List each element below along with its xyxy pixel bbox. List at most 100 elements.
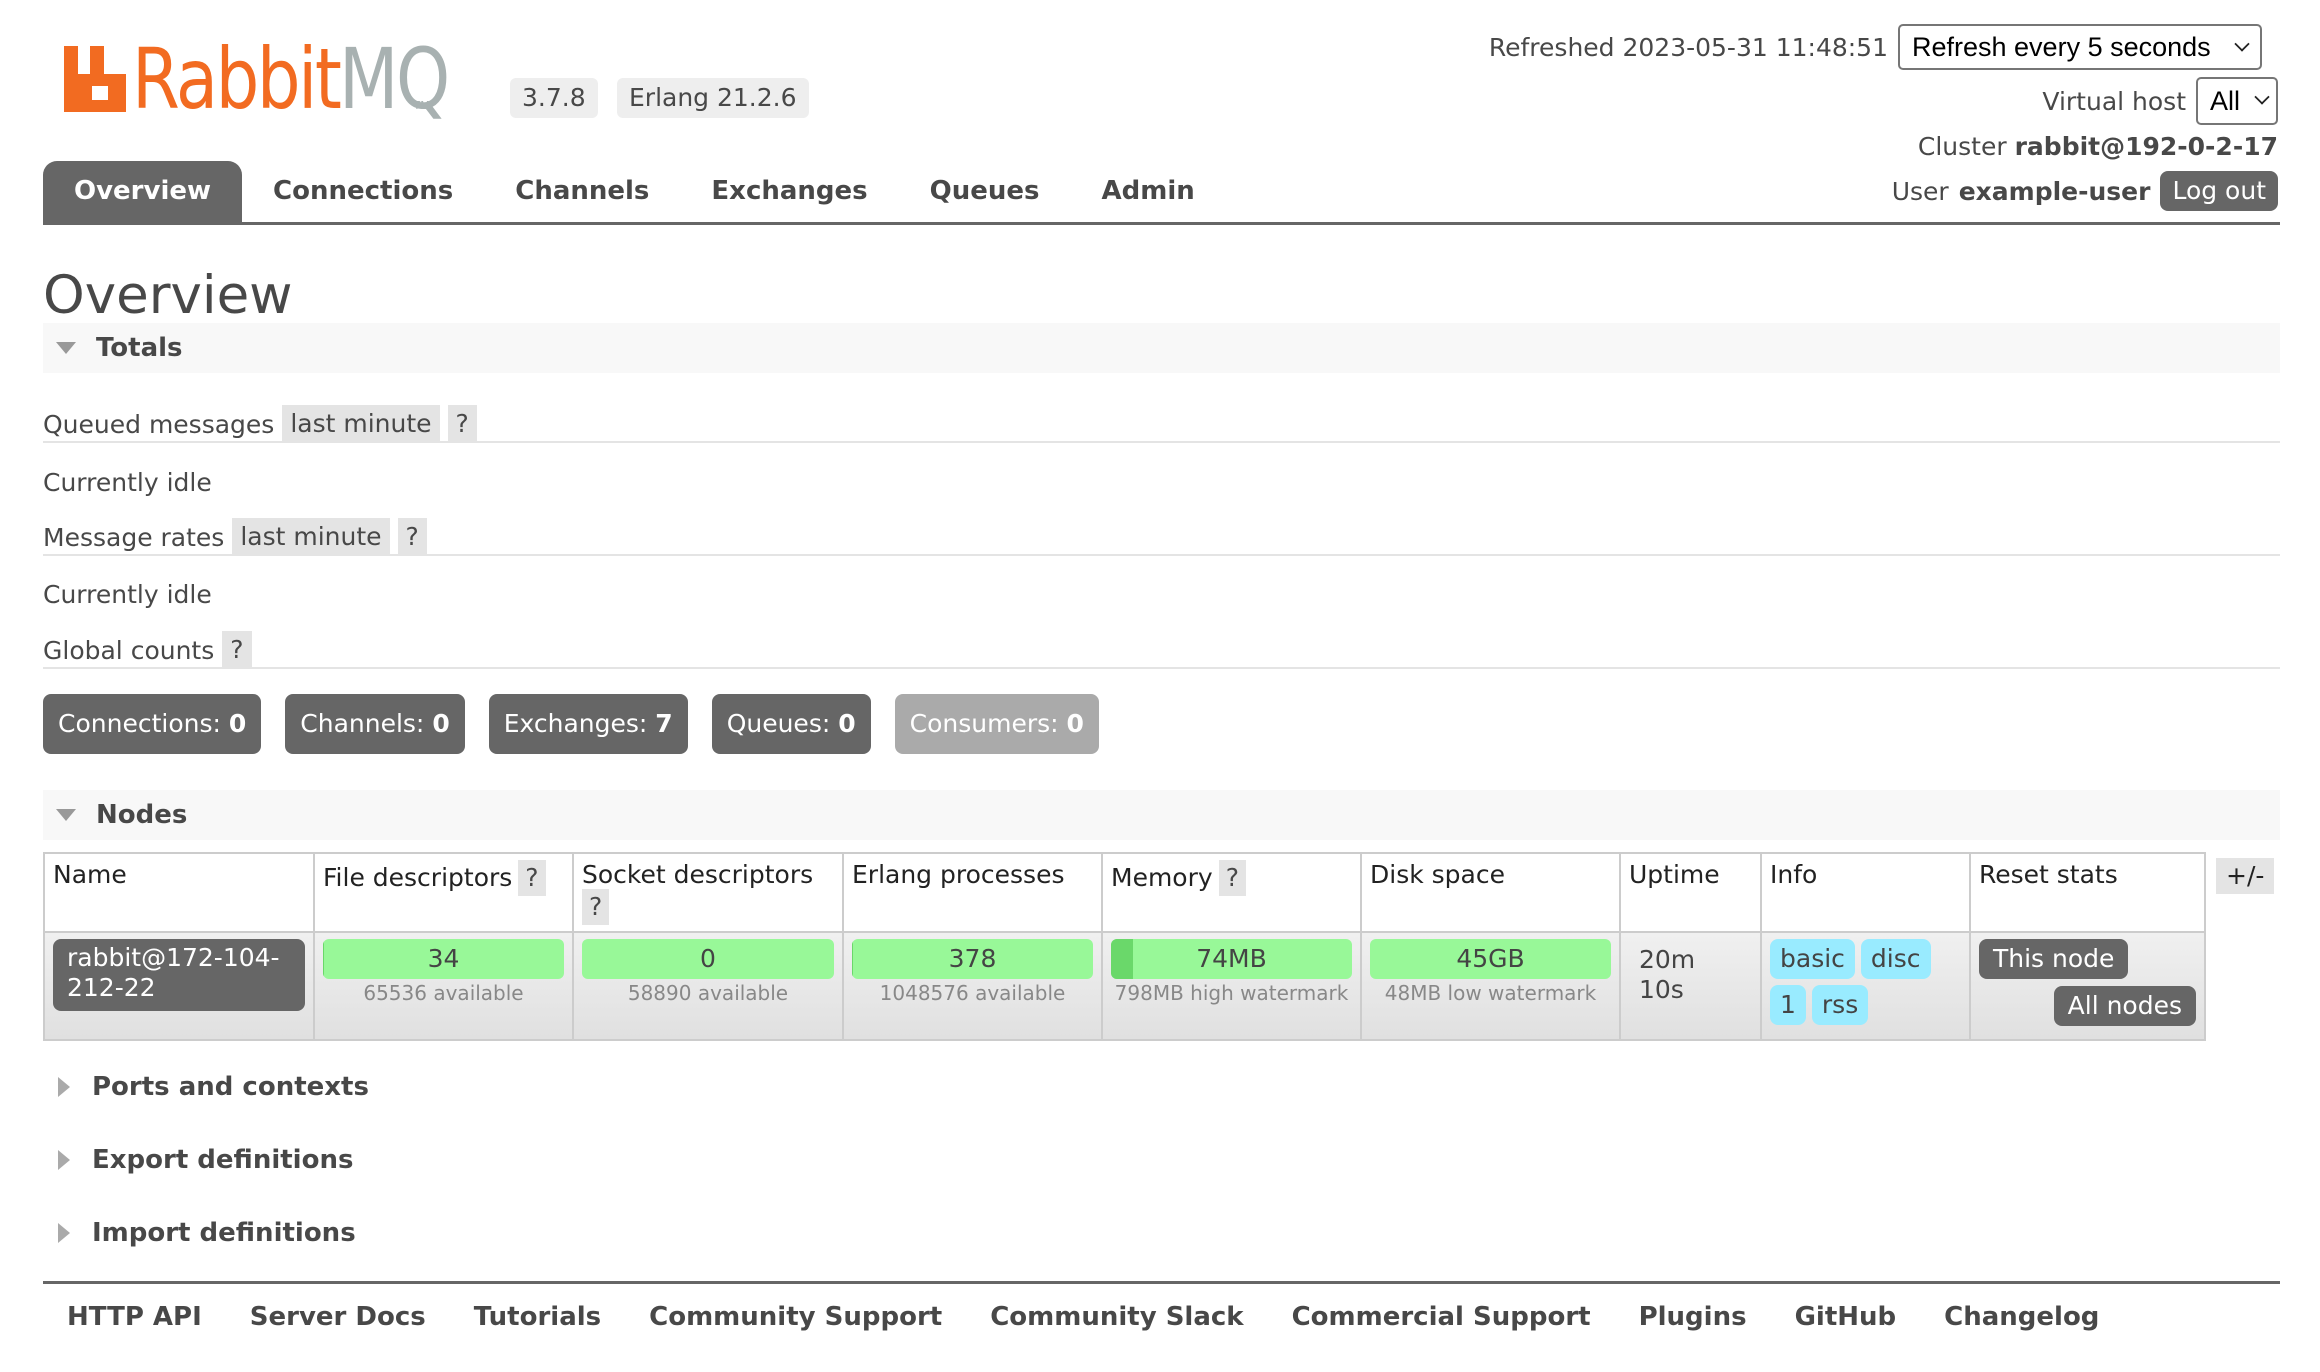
col-label: Memory: [1111, 863, 1213, 892]
message-rates-row: Message rates last minute ?: [43, 518, 427, 556]
rates-status: Currently idle: [43, 580, 212, 609]
cell-socket-descriptors: 0 58890 available: [572, 931, 844, 1041]
socket-descriptors-meter: 0: [582, 939, 834, 979]
virtual-host-label: Virtual host: [2042, 86, 2186, 116]
tab-queues[interactable]: Queues: [899, 161, 1071, 222]
queued-messages-label: Queued messages: [43, 409, 275, 439]
nodes-section-header[interactable]: Nodes: [43, 790, 2280, 840]
consumers-count-badge: Consumers: 0: [894, 694, 1099, 754]
col-disk-space: Disk space: [1360, 852, 1621, 933]
ports-contexts-section-header[interactable]: Ports and contexts: [58, 1072, 369, 1102]
nodes-table: Name File descriptors? Socket descriptor…: [43, 852, 2206, 1041]
version-badge: 3.7.8: [510, 78, 598, 118]
footer-link-changelog[interactable]: Changelog: [1944, 1302, 2099, 1332]
col-info: Info: [1760, 852, 1971, 933]
section-title: Import definitions: [92, 1218, 356, 1248]
reset-this-node-button[interactable]: This node: [1979, 939, 2129, 979]
rates-help-button[interactable]: ?: [397, 518, 427, 556]
count-label: Queues:: [726, 709, 831, 738]
refresh-interval-value: Refresh every 5 seconds: [1912, 31, 2211, 62]
cell-disk-space: 45GB 48MB low watermark: [1360, 931, 1621, 1041]
col-name: Name: [43, 852, 315, 933]
info-chip-disc: disc: [1860, 939, 1931, 979]
refresh-interval-select[interactable]: Refresh every 5 seconds: [1898, 24, 2262, 70]
col-label: Disk space: [1370, 860, 1505, 889]
meter-value: 45GB: [1456, 944, 1525, 973]
collapse-triangle-icon: [56, 809, 76, 821]
table-header-row: Name File descriptors? Socket descriptor…: [43, 852, 2206, 933]
file-descriptors-meter: 34: [323, 939, 564, 979]
connections-count-button[interactable]: Connections: 0: [43, 694, 262, 754]
count-value: 0: [838, 709, 856, 738]
cell-info: basic disc 1 rss: [1760, 931, 1971, 1041]
count-value: 0: [228, 709, 247, 738]
footer-link-community-support[interactable]: Community Support: [649, 1302, 942, 1332]
queued-status: Currently idle: [43, 468, 212, 497]
tab-channels[interactable]: Channels: [484, 161, 680, 222]
footer-link-server-docs[interactable]: Server Docs: [250, 1302, 426, 1332]
global-counts-help-button[interactable]: ?: [222, 631, 252, 669]
footer-link-github[interactable]: GitHub: [1795, 1302, 1897, 1332]
global-counts-label: Global counts: [43, 635, 215, 665]
divider: [43, 554, 2280, 556]
disk-space-meter: 45GB: [1370, 939, 1611, 979]
channels-count-button[interactable]: Channels: 0: [285, 694, 465, 754]
virtual-host-area: Virtual host All: [2042, 77, 2278, 125]
section-title: Export definitions: [92, 1145, 354, 1175]
tab-overview[interactable]: Overview: [43, 161, 243, 222]
export-definitions-section-header[interactable]: Export definitions: [58, 1145, 353, 1175]
virtual-host-select[interactable]: All: [2196, 77, 2278, 125]
help-button[interactable]: ?: [582, 889, 610, 925]
queues-count-button[interactable]: Queues: 0: [711, 694, 871, 754]
global-counts: Connections: 0 Channels: 0 Exchanges: 7 …: [43, 694, 1099, 754]
col-socket-descriptors: Socket descriptors?: [572, 852, 844, 933]
col-label: Uptime: [1629, 860, 1720, 889]
queued-help-button[interactable]: ?: [447, 405, 477, 443]
expand-triangle-icon: [58, 1077, 70, 1097]
main-tabs: Overview Connections Channels Exchanges …: [43, 161, 2280, 225]
rates-range-selector[interactable]: last minute: [232, 518, 390, 556]
node-name-link[interactable]: rabbit@172-104-212-22: [53, 939, 305, 1011]
virtual-host-value: All: [2210, 85, 2241, 116]
erlang-version-badge: Erlang 21.2.6: [617, 78, 809, 118]
footer-link-tutorials[interactable]: Tutorials: [474, 1302, 601, 1332]
info-chip-count: 1: [1770, 985, 1806, 1025]
meter-value: 74MB: [1196, 944, 1267, 973]
footer-links: HTTP API Server Docs Tutorials Community…: [67, 1302, 2147, 1332]
cluster-info: Cluster rabbit@192-0-2-17: [1918, 132, 2278, 161]
queued-range-selector[interactable]: last minute: [282, 405, 440, 443]
cell-uptime: 20m 10s: [1619, 931, 1762, 1041]
section-title: Ports and contexts: [92, 1072, 369, 1102]
totals-section-header[interactable]: Totals: [43, 323, 2280, 373]
cell-node-name: rabbit@172-104-212-22: [43, 931, 315, 1041]
cell-erlang-processes: 378 1048576 available: [842, 931, 1103, 1041]
help-button[interactable]: ?: [1218, 860, 1246, 896]
uptime-value: 20m 10s: [1629, 939, 1752, 1005]
rabbitmq-logo: Rabbit MQ TM: [64, 37, 450, 121]
footer-link-commercial-support[interactable]: Commercial Support: [1292, 1302, 1591, 1332]
logo-text-mq: MQ: [338, 30, 450, 128]
message-rates-label: Message rates: [43, 522, 225, 552]
cell-memory: 74MB 798MB high watermark: [1101, 931, 1362, 1041]
col-memory: Memory?: [1101, 852, 1362, 933]
exchanges-count-button[interactable]: Exchanges: 7: [488, 694, 688, 754]
count-value: 0: [432, 709, 450, 738]
col-label: Info: [1770, 860, 1818, 889]
info-chip-rss: rss: [1811, 985, 1869, 1025]
meter-value: 0: [700, 944, 716, 973]
tab-exchanges[interactable]: Exchanges: [680, 161, 898, 222]
tab-connections[interactable]: Connections: [242, 161, 484, 222]
count-value: 0: [1066, 709, 1084, 738]
collapse-triangle-icon: [56, 342, 76, 354]
col-label: File descriptors: [323, 863, 513, 892]
footer-link-community-slack[interactable]: Community Slack: [990, 1302, 1243, 1332]
refresh-area: Refreshed 2023-05-31 11:48:51 Refresh ev…: [1489, 24, 2262, 70]
column-toggle-button[interactable]: +/-: [2216, 858, 2275, 894]
footer-link-http-api[interactable]: HTTP API: [67, 1302, 202, 1332]
help-button[interactable]: ?: [518, 860, 546, 896]
tab-admin[interactable]: Admin: [1071, 161, 1226, 222]
reset-all-nodes-button[interactable]: All nodes: [2053, 986, 2196, 1026]
col-reset-stats: Reset stats: [1969, 852, 2206, 933]
footer-link-plugins[interactable]: Plugins: [1639, 1302, 1747, 1332]
import-definitions-section-header[interactable]: Import definitions: [58, 1218, 356, 1248]
